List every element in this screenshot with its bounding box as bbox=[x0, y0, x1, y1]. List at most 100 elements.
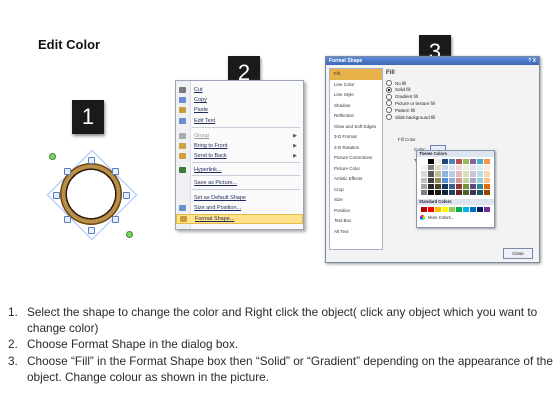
color-swatch[interactable] bbox=[469, 165, 476, 171]
color-swatch[interactable] bbox=[434, 171, 441, 177]
color-swatch[interactable] bbox=[448, 171, 455, 177]
context-menu-item[interactable]: Copy bbox=[176, 95, 303, 105]
category-item[interactable]: Line Color bbox=[330, 80, 382, 91]
color-swatch[interactable] bbox=[434, 189, 441, 196]
category-item[interactable]: 3-D Rotation bbox=[330, 143, 382, 154]
context-menu-item[interactable]: Set as Default Shape bbox=[176, 193, 303, 203]
resize-handle[interactable] bbox=[64, 216, 71, 223]
color-swatch[interactable] bbox=[455, 177, 462, 183]
category-item[interactable]: Position bbox=[330, 206, 382, 217]
category-item[interactable]: Alt Text bbox=[330, 227, 382, 238]
color-swatch[interactable] bbox=[455, 159, 462, 165]
color-swatch[interactable] bbox=[462, 171, 469, 177]
color-swatch[interactable] bbox=[448, 177, 455, 183]
color-swatch[interactable] bbox=[421, 189, 427, 196]
more-colors-option[interactable]: More Colors... bbox=[420, 215, 454, 220]
color-swatch[interactable] bbox=[476, 183, 483, 189]
fill-option-radio[interactable]: No fill bbox=[386, 80, 406, 86]
context-menu-item[interactable]: Bring to Front ▶ bbox=[176, 141, 303, 151]
color-swatch[interactable] bbox=[476, 189, 483, 196]
fill-option-radio[interactable]: Gradient fill bbox=[386, 93, 418, 100]
category-item[interactable]: Picture Corrections bbox=[330, 153, 382, 164]
color-swatch[interactable] bbox=[441, 189, 448, 196]
color-swatch[interactable] bbox=[448, 207, 455, 213]
color-swatch[interactable] bbox=[434, 165, 441, 171]
context-menu-item[interactable]: Save as Picture... bbox=[176, 178, 303, 188]
color-swatch[interactable] bbox=[469, 159, 476, 165]
color-swatch[interactable] bbox=[421, 165, 427, 171]
category-item[interactable]: 3-D Format bbox=[330, 132, 382, 143]
context-menu-item[interactable]: Size and Position... bbox=[176, 203, 303, 213]
color-swatch[interactable] bbox=[483, 207, 490, 213]
color-swatch[interactable] bbox=[455, 183, 462, 189]
color-swatch[interactable] bbox=[462, 159, 469, 165]
resize-handle[interactable] bbox=[112, 168, 119, 175]
context-menu-item[interactable]: Paste bbox=[176, 105, 303, 115]
color-swatch[interactable] bbox=[455, 165, 462, 171]
color-swatch[interactable] bbox=[469, 183, 476, 189]
color-swatch[interactable] bbox=[483, 171, 490, 177]
dialog-title-controls[interactable]: ? X bbox=[528, 57, 536, 65]
color-swatch[interactable] bbox=[427, 171, 434, 177]
color-swatch[interactable] bbox=[483, 165, 490, 171]
fill-option-radio[interactable]: Pattern fill bbox=[386, 107, 415, 114]
color-swatch[interactable] bbox=[469, 177, 476, 183]
color-swatch[interactable] bbox=[455, 207, 462, 213]
color-swatch[interactable] bbox=[448, 183, 455, 189]
color-swatch[interactable] bbox=[455, 189, 462, 196]
color-swatch[interactable] bbox=[441, 177, 448, 183]
color-swatch[interactable] bbox=[462, 177, 469, 183]
color-swatch[interactable] bbox=[455, 171, 462, 177]
category-item[interactable]: Fill bbox=[330, 69, 382, 80]
category-item[interactable]: Artistic Effects bbox=[330, 174, 382, 185]
color-swatch[interactable] bbox=[469, 207, 476, 213]
color-swatch[interactable] bbox=[476, 171, 483, 177]
color-swatch[interactable] bbox=[427, 189, 434, 196]
rotation-handle[interactable] bbox=[126, 231, 133, 238]
category-item[interactable]: Text Box bbox=[330, 216, 382, 227]
fill-option-radio[interactable]: Picture or texture fill bbox=[386, 100, 435, 107]
color-swatch[interactable] bbox=[441, 207, 448, 213]
color-swatch[interactable] bbox=[421, 183, 427, 189]
context-menu-item[interactable]: Group ▶ bbox=[176, 131, 303, 141]
resize-handle[interactable] bbox=[112, 216, 119, 223]
color-swatch[interactable] bbox=[427, 177, 434, 183]
category-item[interactable]: Shadow bbox=[330, 101, 382, 112]
category-item[interactable]: Reflection bbox=[330, 111, 382, 122]
color-swatch[interactable] bbox=[469, 171, 476, 177]
color-swatch[interactable] bbox=[441, 165, 448, 171]
color-swatch[interactable] bbox=[421, 207, 427, 213]
fill-option-radio[interactable]: Slide background fill bbox=[386, 114, 435, 120]
context-menu-item[interactable]: Send to Back ▶ bbox=[176, 151, 303, 161]
color-swatch[interactable] bbox=[469, 189, 476, 196]
category-item[interactable]: Glow and Soft Edges bbox=[330, 122, 382, 133]
selected-ring-shape[interactable] bbox=[46, 149, 138, 241]
category-item[interactable]: Crop bbox=[330, 185, 382, 196]
color-swatch[interactable] bbox=[476, 165, 483, 171]
color-swatch[interactable] bbox=[421, 177, 427, 183]
resize-handle[interactable] bbox=[64, 168, 71, 175]
color-swatch[interactable] bbox=[427, 159, 434, 165]
color-swatch[interactable] bbox=[434, 159, 441, 165]
color-swatch[interactable] bbox=[427, 207, 434, 213]
color-swatch[interactable] bbox=[483, 183, 490, 189]
color-swatch[interactable] bbox=[483, 159, 490, 165]
color-swatch[interactable] bbox=[441, 183, 448, 189]
color-swatch[interactable] bbox=[441, 171, 448, 177]
context-menu-item[interactable]: Cut bbox=[176, 85, 303, 95]
color-swatch[interactable] bbox=[476, 159, 483, 165]
resize-handle[interactable] bbox=[88, 157, 95, 164]
color-swatch[interactable] bbox=[483, 189, 490, 196]
color-swatch[interactable] bbox=[483, 177, 490, 183]
color-swatch[interactable] bbox=[448, 165, 455, 171]
color-swatch[interactable] bbox=[421, 159, 427, 165]
resize-handle[interactable] bbox=[123, 192, 130, 199]
color-swatch[interactable] bbox=[448, 189, 455, 196]
color-swatch[interactable] bbox=[421, 171, 427, 177]
rotation-handle[interactable] bbox=[49, 153, 56, 160]
fill-option-radio[interactable]: Solid fill bbox=[386, 86, 411, 93]
context-menu-item[interactable]: Hyperlink... bbox=[176, 165, 303, 175]
context-menu-item[interactable]: Format Shape... bbox=[176, 214, 303, 224]
color-swatch[interactable] bbox=[462, 183, 469, 189]
resize-handle[interactable] bbox=[88, 227, 95, 234]
